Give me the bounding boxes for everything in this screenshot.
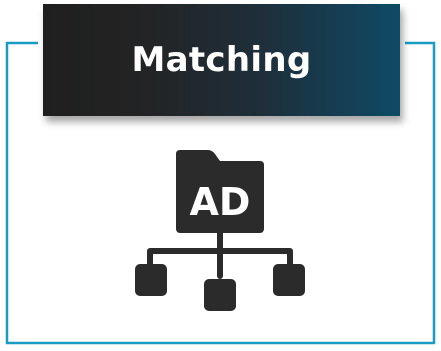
folder-label: AD xyxy=(190,180,251,224)
card: Matching AD xyxy=(0,0,441,351)
hierarchy-node-left xyxy=(135,264,167,296)
title-text: Matching xyxy=(131,40,312,80)
title-banner: Matching xyxy=(43,4,400,116)
hierarchy-lines xyxy=(147,230,293,279)
hierarchy-node-center xyxy=(204,279,236,311)
ad-folder-hierarchy-icon: AD xyxy=(130,148,310,318)
hierarchy-node-right xyxy=(273,264,305,296)
